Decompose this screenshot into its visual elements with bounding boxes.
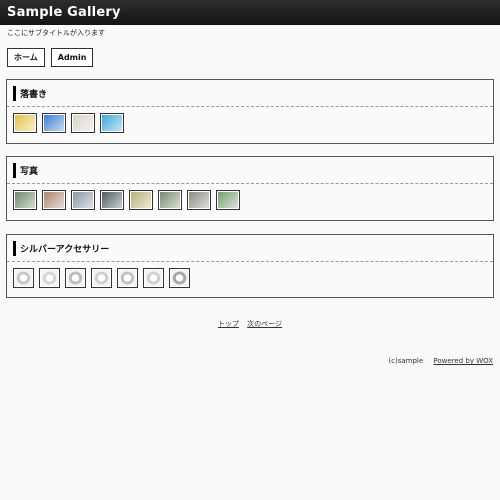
section-header: 写真 (7, 157, 493, 184)
thumbnail-image (67, 270, 84, 286)
thumbnail-image (171, 270, 188, 286)
thumbnail-image (15, 270, 32, 286)
thumbnail-row (7, 107, 493, 133)
thumbnail-image (218, 192, 238, 208)
thumbnail-image (44, 115, 64, 131)
thumbnail-image (119, 270, 136, 286)
home-button[interactable]: ホーム (7, 48, 45, 67)
site-header: Sample Gallery (0, 0, 500, 25)
silver-thumb-1[interactable] (13, 268, 34, 288)
gallery-section-silver: シルバーアクセサリー (6, 234, 494, 298)
section-marker (13, 162, 16, 178)
doodle-thumb-4[interactable] (100, 113, 124, 133)
gallery-section-photos: 写真 (6, 156, 494, 221)
silver-thumb-6[interactable] (143, 268, 164, 288)
silver-thumb-7[interactable] (169, 268, 190, 288)
thumbnail-image (160, 192, 180, 208)
thumbnail-image (15, 192, 35, 208)
thumbnail-image (189, 192, 209, 208)
site-subtitle: ここにサブタイトルが入ります (7, 29, 105, 37)
thumbnail-image (131, 192, 151, 208)
silver-thumb-5[interactable] (117, 268, 138, 288)
photo-thumb-3[interactable] (71, 190, 95, 210)
thumbnail-image (73, 115, 93, 131)
photo-thumb-8[interactable] (216, 190, 240, 210)
thumbnail-image (145, 270, 162, 286)
thumbnail-image (44, 192, 64, 208)
doodle-thumb-1[interactable] (13, 113, 37, 133)
thumbnail-row (7, 184, 493, 210)
section-header: シルバーアクセサリー (7, 235, 493, 262)
thumbnail-image (93, 270, 110, 286)
footer: (c)sample Powered by WOX (388, 357, 493, 365)
admin-button[interactable]: Admin (50, 48, 94, 67)
silver-thumb-4[interactable] (91, 268, 112, 288)
thumbnail-image (73, 192, 93, 208)
photo-thumb-2[interactable] (42, 190, 66, 210)
photo-thumb-1[interactable] (13, 190, 37, 210)
pager: トップ 次のページ (0, 319, 500, 329)
photo-thumb-5[interactable] (129, 190, 153, 210)
section-title[interactable]: シルバーアクセサリー (20, 242, 109, 255)
section-header: 落書き (7, 80, 493, 107)
silver-thumb-2[interactable] (39, 268, 60, 288)
thumbnail-image (15, 115, 35, 131)
copyright-text: (c)sample (388, 357, 424, 365)
thumbnail-row (7, 262, 493, 288)
powered-by-link[interactable]: Powered by WOX (433, 357, 493, 365)
photo-thumb-6[interactable] (158, 190, 182, 210)
photo-thumb-7[interactable] (187, 190, 211, 210)
section-title[interactable]: 写真 (20, 164, 38, 177)
thumbnail-image (102, 192, 122, 208)
site-title[interactable]: Sample Gallery (7, 5, 121, 20)
thumbnail-image (102, 115, 122, 131)
top-link[interactable]: トップ (218, 320, 239, 328)
thumbnail-image (41, 270, 58, 286)
nav-bar: ホーム Admin (7, 48, 94, 67)
next-page-link[interactable]: 次のページ (247, 320, 282, 328)
doodle-thumb-2[interactable] (42, 113, 66, 133)
section-marker (13, 240, 16, 256)
photo-thumb-4[interactable] (100, 190, 124, 210)
silver-thumb-3[interactable] (65, 268, 86, 288)
section-title[interactable]: 落書き (20, 87, 47, 100)
section-marker (13, 85, 16, 101)
gallery-section-doodles: 落書き (6, 79, 494, 144)
doodle-thumb-3[interactable] (71, 113, 95, 133)
